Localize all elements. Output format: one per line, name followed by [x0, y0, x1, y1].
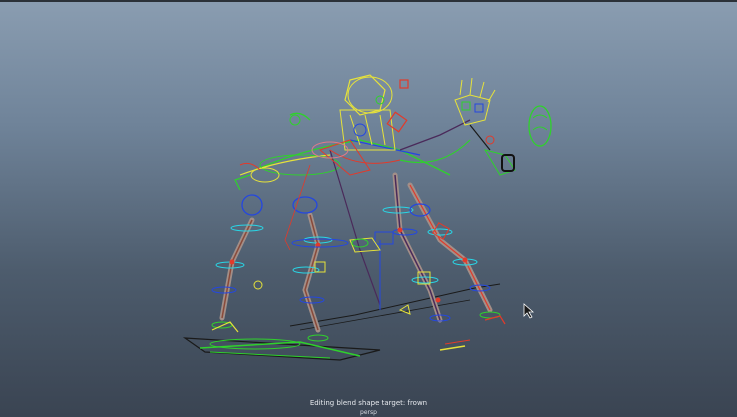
camera-label: persp	[360, 409, 377, 416]
tail-rig[interactable]	[234, 162, 261, 191]
ground-controls[interactable]	[182, 283, 501, 361]
3d-viewport[interactable]: Editing blend shape target: frown persp	[0, 0, 737, 417]
status-message: Editing blend shape target: frown	[309, 399, 428, 407]
front-left-leg[interactable]	[211, 194, 264, 333]
mouse-cursor-icon	[523, 303, 535, 319]
back-right-leg[interactable]	[407, 182, 506, 325]
head-rig[interactable]	[289, 74, 409, 176]
right-arm-rig[interactable]	[399, 77, 552, 176]
creature-rig-scene[interactable]	[0, 0, 737, 417]
